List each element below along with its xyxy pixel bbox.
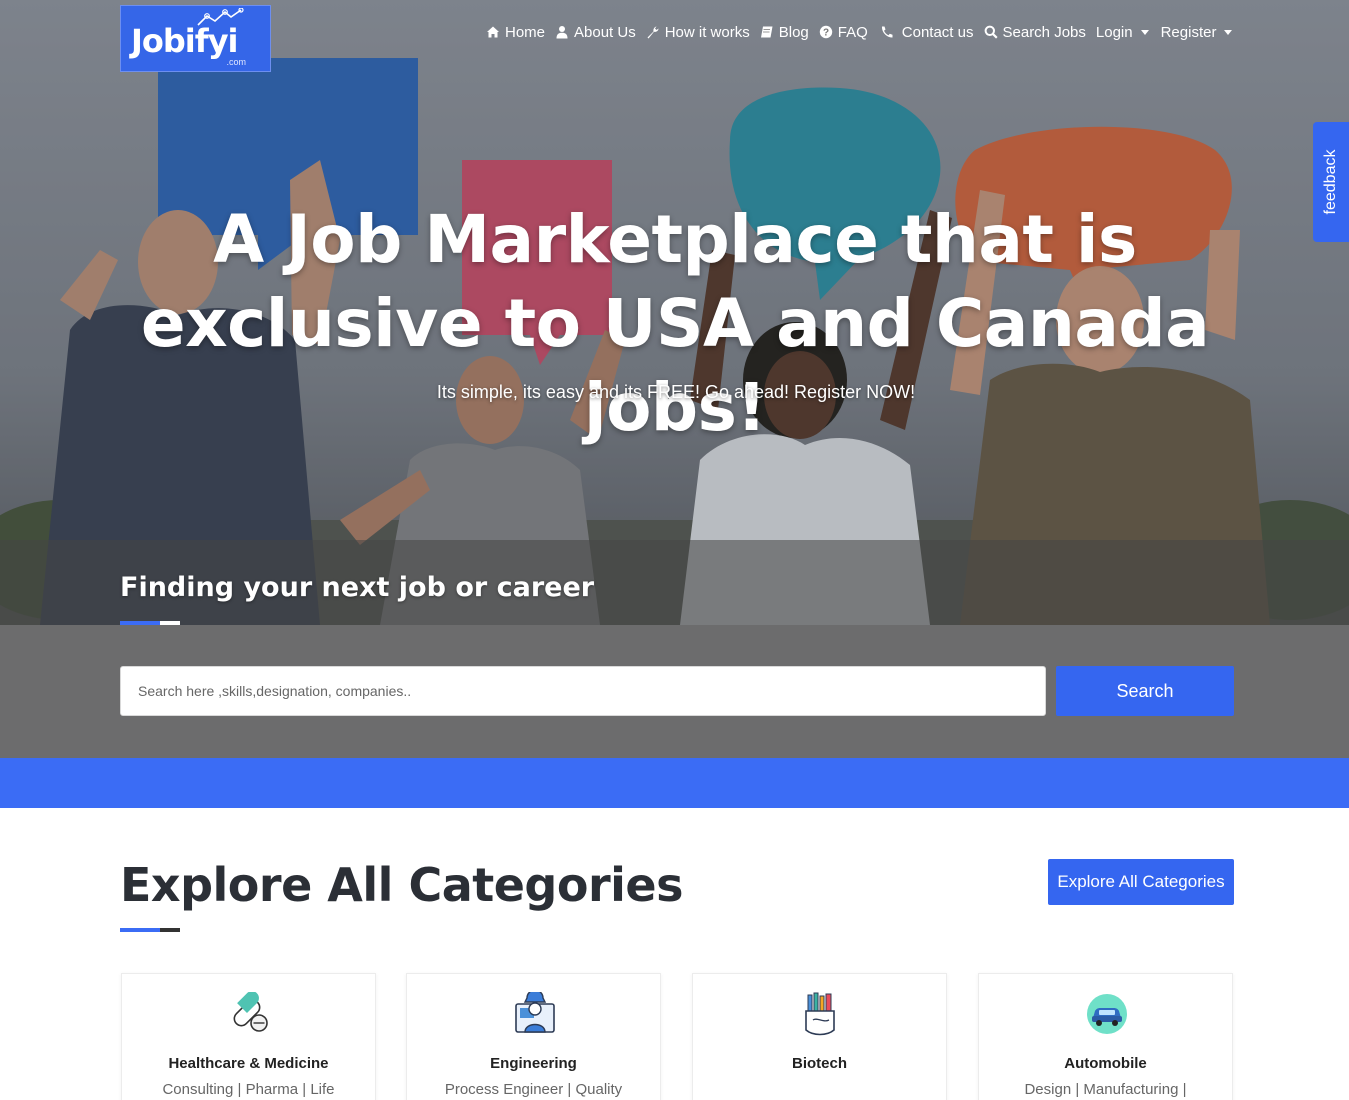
category-name: Automobile: [1064, 1055, 1147, 1072]
underline-secondary: [160, 928, 180, 932]
category-card-biotech[interactable]: Biotech: [692, 973, 947, 1100]
nav-how-it-works[interactable]: How it works: [646, 24, 750, 41]
category-card-automobile[interactable]: Automobile Design | Manufacturing |: [978, 973, 1233, 1100]
category-desc: Process Engineer | Quality: [444, 1081, 623, 1098]
chevron-down-icon: [1224, 29, 1233, 35]
hero-band-title: Finding your next job or career: [120, 572, 595, 603]
pill-icon: [233, 992, 268, 1032]
main-nav: Home About Us How it works Blog ? FAQ Co…: [486, 20, 1242, 44]
nav-register-label: Register: [1160, 23, 1217, 41]
nav-contact-label: Contact us: [901, 23, 974, 41]
search-button[interactable]: Search: [1056, 666, 1234, 716]
feedback-tab[interactable]: feedback: [1313, 122, 1349, 242]
engineer-icon: [515, 992, 555, 1033]
hero-title-line1: A Job Marketplace that is: [213, 201, 1137, 278]
blue-divider-band: [0, 758, 1349, 808]
explore-all-categories-button[interactable]: Explore All Categories: [1048, 859, 1234, 905]
logo-domain: .com: [226, 57, 246, 67]
category-card-engineering[interactable]: Engineering Process Engineer | Quality: [406, 973, 661, 1100]
category-desc: Consulting | Pharma | Life: [162, 1081, 335, 1098]
nav-faq[interactable]: ? FAQ: [819, 24, 868, 41]
nav-faq-label: FAQ: [837, 23, 868, 41]
hero-subtitle: Its simple, its easy and its FREE! Go ah…: [436, 382, 916, 402]
chevron-down-icon: [1140, 29, 1149, 35]
nav-how-it-works-label: How it works: [664, 23, 750, 41]
car-icon: [1087, 994, 1127, 1034]
nav-blog[interactable]: Blog: [760, 24, 809, 41]
hero-title: A Job Marketplace that is exclusive to U…: [100, 198, 1250, 450]
nav-search-jobs[interactable]: Search Jobs: [984, 24, 1086, 41]
nav-login-dropdown[interactable]: Login: [1096, 24, 1149, 41]
svg-text:?: ?: [823, 28, 829, 39]
nav-about[interactable]: About Us: [555, 24, 636, 41]
nav-register-dropdown[interactable]: Register: [1161, 24, 1233, 41]
home-icon: [487, 26, 499, 38]
logo-wordmark: Jobifyi: [131, 22, 239, 60]
user-icon: [556, 26, 568, 39]
search-input[interactable]: [120, 666, 1046, 716]
hero-title-line2: exclusive to USA and Canada jobs!: [140, 285, 1210, 446]
feedback-label: feedback: [1322, 149, 1339, 215]
categories-title: Explore All Categories: [120, 858, 684, 912]
nav-blog-label: Blog: [778, 23, 809, 41]
category-card-healthcare[interactable]: Healthcare & Medicine Consulting | Pharm…: [121, 973, 376, 1100]
lab-tools-icon: [805, 992, 835, 1036]
category-name: Healthcare & Medicine: [168, 1055, 329, 1072]
category-name: Engineering: [490, 1055, 577, 1072]
nav-home-label: Home: [505, 23, 546, 41]
phone-icon: [881, 26, 893, 38]
search-icon: [984, 25, 998, 39]
nav-home[interactable]: Home: [486, 24, 545, 41]
question-circle-icon: ?: [819, 25, 832, 39]
nav-search-jobs-label: Search Jobs: [1002, 23, 1086, 41]
underline-accent: [120, 928, 160, 932]
nav-about-label: About Us: [574, 23, 636, 41]
category-desc: Design | Manufacturing |: [1024, 1081, 1187, 1098]
categories-underline: [120, 928, 180, 932]
site-logo[interactable]: Jobifyi .com: [120, 5, 271, 72]
nav-contact[interactable]: Contact us: [880, 24, 974, 41]
nav-login-label: Login: [1095, 23, 1133, 41]
wrench-icon: [647, 26, 659, 39]
category-name: Biotech: [791, 1055, 847, 1072]
book-icon: [760, 26, 773, 38]
